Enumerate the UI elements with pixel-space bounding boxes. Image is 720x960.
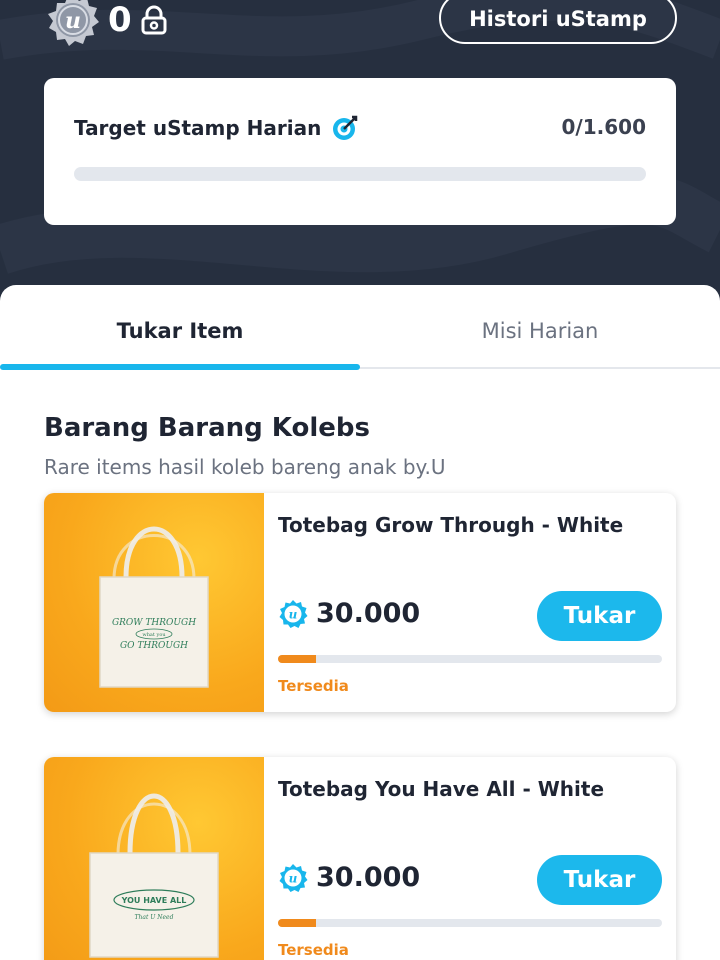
svg-text:u: u bbox=[289, 871, 298, 885]
product-name: Totebag Grow Through - White bbox=[278, 513, 624, 537]
daily-target-label: Target uStamp Harian bbox=[74, 116, 322, 140]
product-image: YOU HAVE ALL That U Need bbox=[44, 757, 264, 960]
active-tab-indicator bbox=[0, 364, 360, 370]
product-image: GROW THROUGH what you GO THROUGH bbox=[44, 493, 264, 712]
product-card[interactable]: GROW THROUGH what you GO THROUGH Totebag… bbox=[44, 493, 676, 712]
bag-print-line: YOU HAVE ALL bbox=[121, 896, 187, 905]
stock-progress-bar bbox=[278, 655, 662, 663]
lock-icon[interactable] bbox=[140, 5, 168, 35]
bag-print-line: That U Need bbox=[135, 914, 174, 921]
histori-ustamp-button[interactable]: Histori uStamp bbox=[439, 0, 677, 44]
product-price-value: 30.000 bbox=[316, 598, 421, 629]
daily-target-title: Target uStamp Harian bbox=[74, 114, 359, 142]
target-dart-icon bbox=[333, 115, 358, 140]
stock-progress-fill bbox=[278, 655, 317, 663]
stock-status: Tersedia bbox=[278, 677, 349, 695]
tukar-button[interactable]: Tukar bbox=[537, 591, 662, 641]
content-sheet: Tukar Item Misi Harian Barang Barang Kol… bbox=[0, 285, 720, 960]
tab-bar: Tukar Item Misi Harian bbox=[0, 285, 720, 370]
daily-target-progress-bar bbox=[74, 167, 646, 181]
tab-tukar-item[interactable]: Tukar Item bbox=[0, 319, 360, 343]
tab-misi-harian[interactable]: Misi Harian bbox=[360, 319, 720, 343]
stock-progress-bar bbox=[278, 919, 662, 927]
daily-target-count: 0/1.600 bbox=[561, 115, 646, 139]
stock-status: Tersedia bbox=[278, 941, 349, 959]
stamp-balance: u 0 bbox=[46, 0, 168, 48]
product-price: u 30.000 bbox=[278, 862, 420, 893]
tukar-button[interactable]: Tukar bbox=[537, 855, 662, 905]
product-price-value: 30.000 bbox=[316, 862, 421, 893]
stamp-balance-value: 0 bbox=[108, 0, 132, 40]
ustamp-coin-icon: u bbox=[279, 863, 308, 892]
product-price: u 30.000 bbox=[278, 598, 420, 629]
header-area: u 0 Histori uStamp Target uStamp Harian … bbox=[0, 0, 720, 320]
bag-print-line: GROW THROUGH bbox=[112, 618, 196, 628]
ustamp-coin-icon: u bbox=[279, 599, 308, 628]
daily-target-card: Target uStamp Harian 0/1.600 bbox=[44, 78, 676, 225]
svg-text:u: u bbox=[65, 8, 81, 34]
bag-print-line: GO THROUGH bbox=[120, 641, 188, 651]
product-card[interactable]: YOU HAVE ALL That U Need Totebag You Hav… bbox=[44, 757, 676, 960]
totebag-image: GROW THROUGH what you GO THROUGH bbox=[99, 526, 209, 688]
totebag-image: YOU HAVE ALL That U Need bbox=[89, 793, 219, 958]
product-name: Totebag You Have All - White bbox=[278, 777, 605, 801]
stock-progress-fill bbox=[278, 919, 317, 927]
bag-print-line: what you bbox=[142, 632, 166, 638]
ustamp-badge-icon: u bbox=[48, 0, 99, 46]
svg-text:u: u bbox=[289, 607, 298, 621]
section-title: Barang Barang Kolebs bbox=[44, 413, 370, 443]
section-subtitle: Rare items hasil koleb bareng anak by.U bbox=[44, 455, 446, 479]
